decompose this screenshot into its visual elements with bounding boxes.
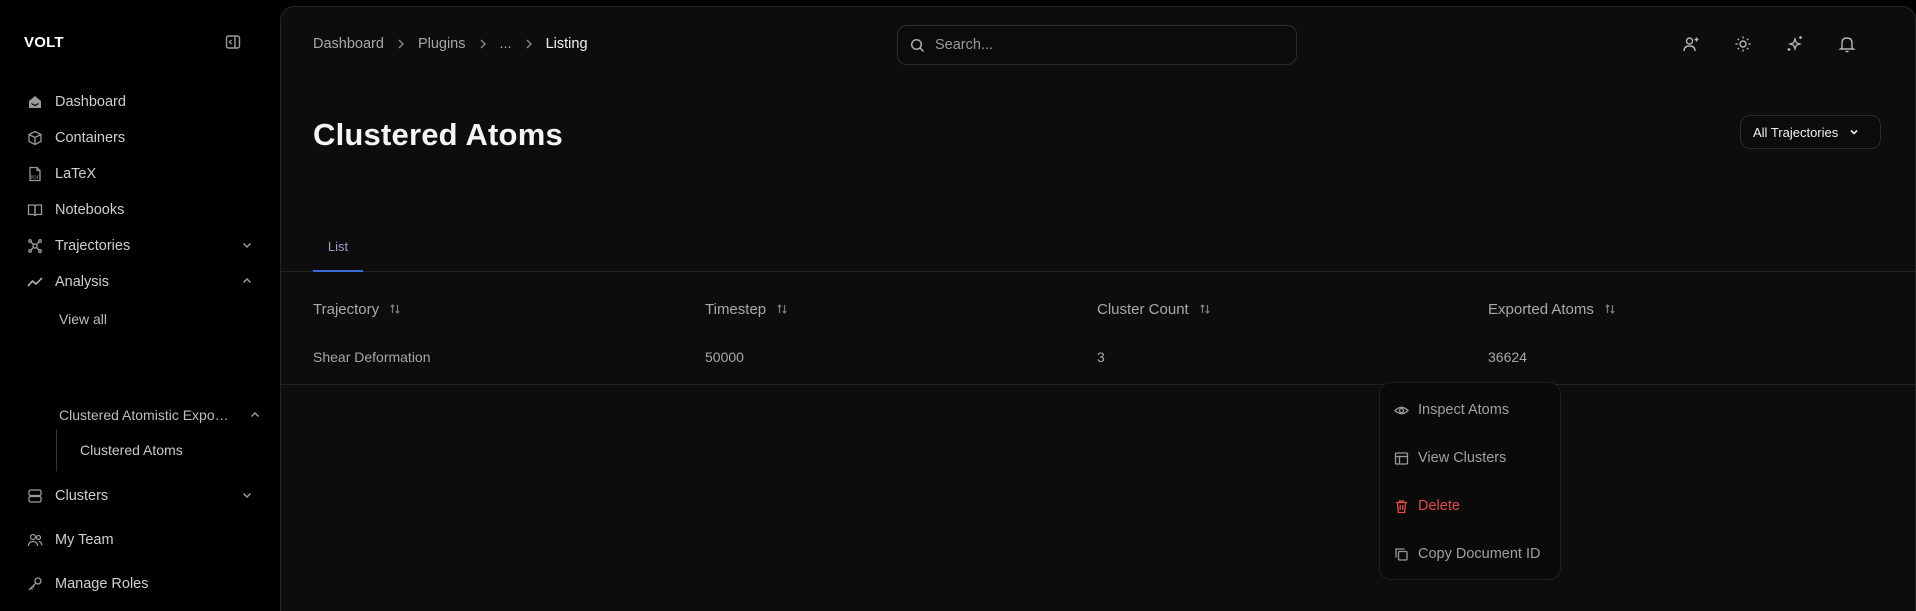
column-header-timestep[interactable]: Timestep [705,295,788,323]
breadcrumb-plugins[interactable]: Plugins [418,36,466,52]
copy-icon [1394,547,1409,562]
sort-icon [1604,303,1616,315]
trend-line-icon [26,273,44,291]
cell-exported-atoms: 36624 [1488,349,1527,365]
menu-item-label: Copy Document ID [1418,546,1541,562]
sidebar-subitem-clustered-atomistic[interactable]: Clustered Atomistic Expo… [46,398,260,432]
search-icon [910,38,925,53]
box-icon [26,129,44,147]
sidebar-item-label: My Team [55,532,114,548]
menu-item-delete[interactable]: Delete [1394,490,1554,522]
breadcrumb-ellipsis[interactable]: ... [500,36,512,52]
menu-item-label: Inspect Atoms [1418,402,1510,418]
trajectory-filter-dropdown[interactable]: All Trajectories [1740,115,1881,149]
trajectory-filter-label: All Trajectories [1753,124,1839,140]
sidebar-item-label: Notebooks [55,202,125,218]
tab-label: List [327,239,349,254]
user-plus-icon[interactable] [1681,34,1701,54]
chevron-up-icon [240,274,254,288]
sidebar-item-notebooks[interactable]: Notebooks [12,192,262,228]
pdf-file-icon: PDF [26,165,44,183]
sidebar-item-label: Manage Roles [55,576,149,592]
users-icon [26,531,44,549]
page-title: Clustered Atoms [313,117,563,152]
menu-item-label: Delete [1418,498,1460,514]
sidebar: VOLT Dashboard Containers PDF LaTeX Note… [0,0,280,611]
brand-logo: VOLT [24,34,64,51]
sidebar-item-clusters[interactable]: Clusters [12,478,262,514]
column-header-label: Trajectory [313,300,380,318]
cell-timestep: 50000 [705,349,744,365]
sort-icon [776,303,788,315]
menu-item-view-clusters[interactable]: View Clusters [1394,442,1554,474]
column-header-trajectory[interactable]: Trajectory [313,295,401,323]
top-toolbar [1681,34,1889,54]
menu-item-copy-document-id[interactable]: Copy Document ID [1394,538,1554,570]
chevron-down-icon [240,488,254,502]
sidebar-item-containers[interactable]: Containers [12,120,262,156]
breadcrumb-dashboard[interactable]: Dashboard [313,36,384,52]
sidebar-subitem-label: Clustered Atomistic Expo… [59,407,229,423]
breadcrumb: Dashboard Plugins ... Listing [313,36,588,52]
sidebar-subitem-clustered-atoms[interactable]: Clustered Atoms [66,433,246,467]
table-icon [1394,451,1409,466]
sidebar-item-label: Containers [55,130,126,146]
sidebar-item-label: Clusters [55,488,109,504]
chevron-right-icon [394,37,408,51]
sidebar-item-label: Trajectories [55,238,131,254]
search-input[interactable] [935,37,1275,53]
sun-icon[interactable] [1733,34,1753,54]
tree-guide-line [56,429,57,471]
breadcrumb-listing: Listing [545,36,588,52]
cell-cluster-count: 3 [1097,349,1105,365]
server-icon [26,487,44,505]
book-icon [26,201,44,219]
menu-item-label: View Clusters [1418,450,1507,466]
home-icon [26,93,44,111]
sort-icon [1199,303,1211,315]
main-panel: Dashboard Plugins ... Listing Clustered … [280,6,1916,611]
column-header-label: Cluster Count [1097,300,1189,318]
column-header-exported-atoms[interactable]: Exported Atoms [1488,295,1616,323]
sidebar-item-label: Dashboard [55,94,126,110]
chevron-right-icon [476,37,490,51]
sidebar-item-label: Analysis [55,274,109,290]
cell-trajectory: Shear Deformation [313,349,431,365]
sidebar-toggle-icon[interactable] [224,33,242,51]
menu-item-inspect-atoms[interactable]: Inspect Atoms [1394,394,1554,426]
sidebar-item-my-team[interactable]: My Team [12,522,262,558]
sidebar-item-label: LaTeX [55,166,97,182]
chevron-right-icon [522,37,536,51]
chevron-down-icon [1848,126,1860,138]
bell-icon[interactable] [1837,34,1857,54]
svg-text:PDF: PDF [31,175,40,181]
row-context-menu: Inspect Atoms View Clusters Delete Copy … [1379,382,1561,580]
tab-list[interactable]: List [313,227,363,272]
network-icon [26,237,44,255]
column-header-cluster-count[interactable]: Cluster Count [1097,295,1211,323]
trash-icon [1394,499,1409,514]
sidebar-item-latex[interactable]: PDF LaTeX [12,156,262,192]
sparkles-icon[interactable] [1785,34,1805,54]
tab-bar: List [281,227,1915,272]
sort-icon [389,303,401,315]
sidebar-subitem-view-all[interactable]: View all [46,302,256,336]
column-header-label: Exported Atoms [1488,300,1594,318]
chevron-up-icon [248,408,262,422]
sidebar-subitem-label: View all [59,311,107,327]
column-header-label: Timestep [705,300,767,318]
table-row[interactable]: Shear Deformation 50000 3 36624 [281,335,1915,385]
sidebar-item-manage-roles[interactable]: Manage Roles [12,566,262,602]
sidebar-subitem-label: Clustered Atoms [80,442,183,458]
chevron-down-icon [240,238,254,252]
sidebar-item-dashboard[interactable]: Dashboard [12,84,262,120]
search-box[interactable] [897,25,1297,65]
eye-icon [1394,403,1409,418]
key-icon [26,575,44,593]
sidebar-item-trajectories[interactable]: Trajectories [12,228,262,264]
sidebar-item-analysis[interactable]: Analysis [12,264,262,300]
